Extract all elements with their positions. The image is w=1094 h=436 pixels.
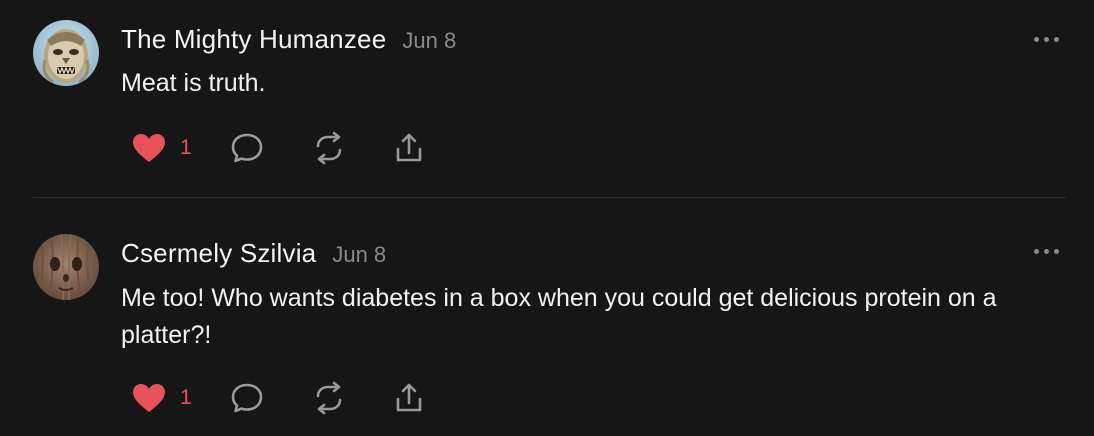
heart-icon — [133, 134, 165, 162]
like-count: 1 — [180, 136, 192, 159]
share-button[interactable] — [392, 380, 426, 416]
heart-icon — [133, 384, 165, 412]
comment: The Mighty Humanzee Jun 8 Meat is truth. … — [0, 0, 1094, 197]
restack-icon — [316, 131, 342, 165]
restack-button[interactable] — [312, 380, 346, 416]
more-options-icon[interactable] — [1034, 34, 1060, 44]
reply-button[interactable] — [230, 380, 264, 416]
comment-date[interactable]: Jun 8 — [332, 242, 386, 267]
comment-meta: The Mighty Humanzee Jun 8 — [121, 24, 456, 55]
restack-icon — [316, 381, 342, 415]
comment-feed: The Mighty Humanzee Jun 8 Meat is truth. … — [0, 0, 1094, 436]
share-button[interactable] — [392, 130, 426, 166]
speech-bubble-icon — [231, 383, 263, 413]
avatar[interactable] — [33, 234, 99, 300]
reply-button[interactable] — [230, 130, 264, 166]
share-icon — [396, 133, 422, 162]
restack-button[interactable] — [312, 130, 346, 166]
share-icon — [396, 383, 422, 412]
comment-meta: Csermely Szilvia Jun 8 — [121, 238, 386, 269]
comment-text: Me too! Who wants diabetes in a box when… — [121, 284, 997, 349]
author-name[interactable]: The Mighty Humanzee — [121, 24, 386, 54]
comment: Csermely Szilvia Jun 8 Me too! Who wants … — [0, 198, 1094, 436]
like-count: 1 — [180, 386, 192, 409]
like-button[interactable]: 1 — [132, 130, 192, 166]
comment-text: Meat is truth. — [121, 69, 266, 97]
author-name[interactable]: Csermely Szilvia — [121, 238, 316, 268]
comment-date[interactable]: Jun 8 — [402, 28, 456, 53]
speech-bubble-icon — [231, 133, 263, 163]
more-options-icon[interactable] — [1034, 246, 1060, 256]
avatar[interactable] — [33, 20, 99, 86]
like-button[interactable]: 1 — [132, 380, 192, 416]
